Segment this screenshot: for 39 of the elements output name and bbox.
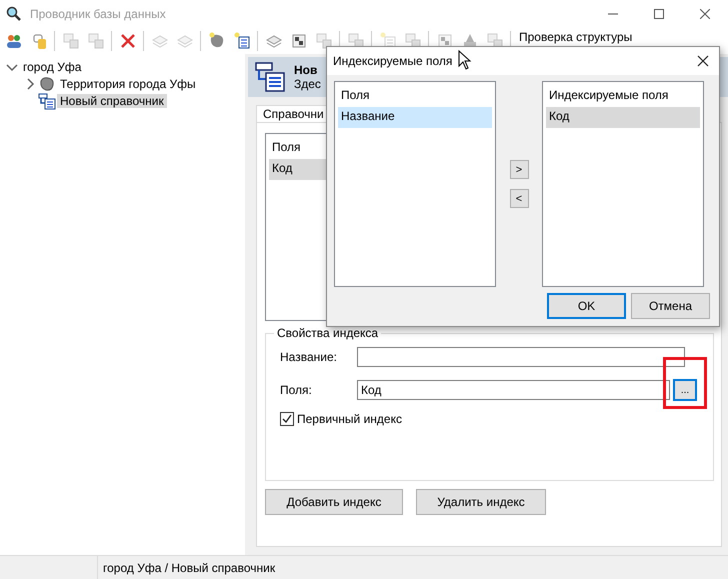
field-label: Поля: (280, 383, 313, 397)
input-field[interactable] (357, 347, 685, 367)
browse-button[interactable]: ... (673, 379, 697, 401)
header-subtitle: Здес (294, 77, 321, 91)
group-title: Свойства индекса (274, 326, 382, 340)
highlight-frame (663, 357, 707, 409)
move-button[interactable]: > (510, 160, 528, 179)
toolbar-button[interactable]: Проверка структуры (519, 30, 632, 44)
status-text: город Уфа / Новый справочник (102, 560, 276, 574)
delete-button[interactable]: Удалить индекс (416, 489, 546, 515)
list-item[interactable]: Название (338, 107, 492, 128)
list-header: Поля (271, 139, 302, 156)
cursor-icon (458, 50, 472, 70)
close-icon[interactable] (700, 9, 710, 19)
list-box[interactable]: Индексируемые поля Код (542, 81, 704, 287)
list-header: Индексируемые поля (548, 87, 670, 104)
cancel-button[interactable]: Отмена (631, 293, 710, 319)
input-field[interactable]: Код (357, 380, 670, 400)
tree-item[interactable]: город Уфа (20, 60, 84, 74)
tree-item[interactable]: Новый справочник (57, 94, 167, 108)
list-box[interactable]: Поля Название (334, 81, 496, 287)
field-label: Название: (280, 350, 338, 364)
move-button[interactable]: < (510, 189, 528, 208)
magnifier-icon (6, 6, 22, 22)
region-icon (38, 74, 56, 92)
ok-button[interactable]: OK (547, 293, 626, 319)
list-header: Поля (340, 87, 371, 104)
tree-item[interactable]: Территория города Уфы (57, 76, 199, 90)
checkbox-label: Первичный индекс (297, 412, 402, 426)
header-title: Нов (294, 63, 318, 77)
close-icon[interactable] (697, 55, 709, 67)
maximize-icon[interactable] (654, 9, 664, 19)
table-icon (254, 61, 286, 93)
list-item[interactable]: Код (546, 107, 700, 128)
window-title: Проводник базы данных (30, 7, 166, 21)
checkbox[interactable] (280, 412, 294, 426)
table-icon (38, 92, 56, 110)
dialog-title: Индексируемые поля (333, 54, 452, 68)
add-button[interactable]: Добавить индекс (265, 489, 403, 515)
